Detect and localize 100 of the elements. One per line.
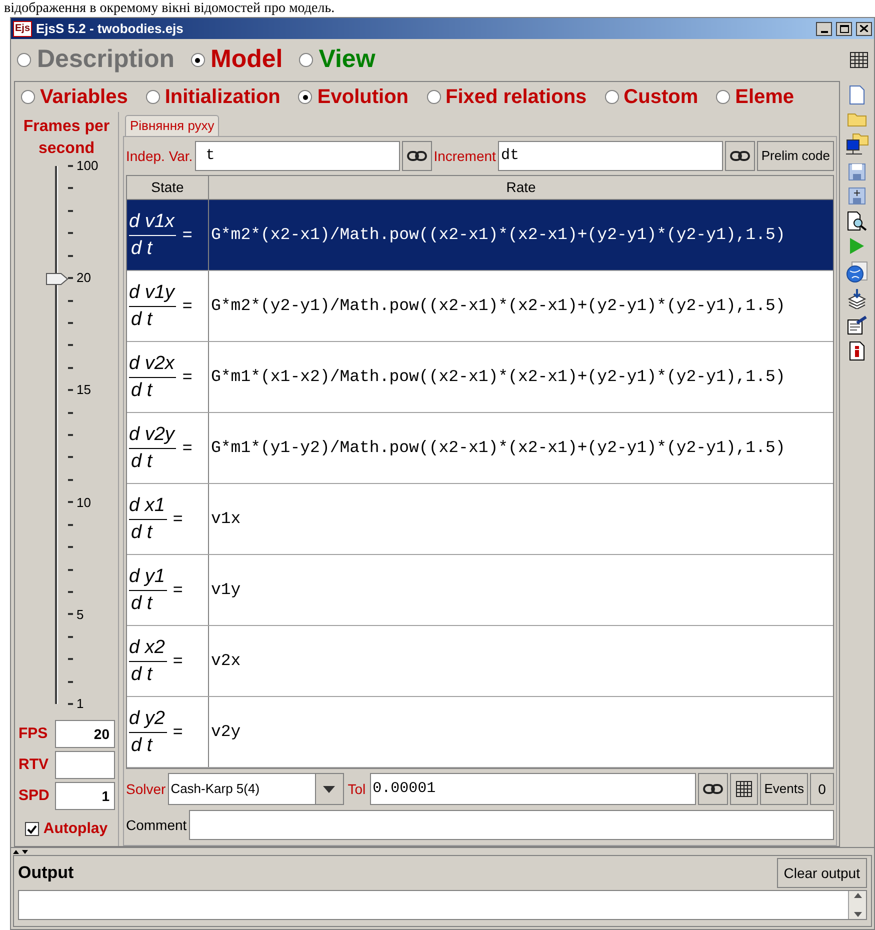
- slider-tick: [68, 277, 72, 280]
- radio-button[interactable]: [17, 53, 31, 67]
- tick-label: 15: [76, 381, 91, 400]
- autoplay-checkbox[interactable]: [25, 822, 40, 836]
- equals-sign: =: [182, 366, 192, 388]
- radio-button[interactable]: [21, 90, 35, 104]
- new-file-icon[interactable]: [849, 85, 865, 105]
- rate-expression: G*m2*(x2-x1)/Math.pow((x2-x1)*(x2-x1)+(y2-y1)*(y2-y1),1.5): [211, 224, 786, 246]
- table-icon[interactable]: [850, 52, 868, 68]
- increment-field[interactable]: dt: [498, 141, 724, 171]
- window-title: EjsS 5.2 - twobodies.ejs: [36, 20, 184, 38]
- increment-label: Increment: [434, 146, 496, 166]
- sub-tab[interactable]: Initialization: [164, 82, 280, 112]
- autoplay-label: Autoplay: [43, 819, 108, 839]
- link-button[interactable]: [698, 773, 728, 805]
- splitter-arrows-icon[interactable]: [13, 848, 29, 854]
- slider-tick: [68, 613, 72, 616]
- table-button[interactable]: [730, 773, 758, 805]
- radio-button[interactable]: [298, 53, 313, 67]
- derivative-denominator: d t: [130, 662, 152, 686]
- solver-dropdown[interactable]: Cash-Karp 5(4): [168, 773, 344, 805]
- derivative-denominator: d t: [130, 236, 152, 260]
- slider-tick: [68, 254, 72, 257]
- link-button[interactable]: [725, 141, 756, 171]
- scroll-down-arrow-icon[interactable]: [854, 912, 862, 917]
- derivative-numerator: d v1x: [129, 208, 176, 236]
- clipboard-icon[interactable]: [847, 315, 867, 335]
- slider-tick: [68, 501, 72, 504]
- rate-expression: G*m1*(x1-x2)/Math.pow((x2-x1)*(x2-x1)+(y2-y1)*(y2-y1),1.5): [211, 366, 786, 388]
- radio-button[interactable]: [426, 90, 441, 104]
- save-as-icon[interactable]: [848, 187, 866, 205]
- prelim-code-button[interactable]: Prelim code: [757, 141, 834, 171]
- derivative-numerator: d v2x: [129, 350, 176, 378]
- maximize-button[interactable]: [836, 22, 852, 36]
- scroll-up-arrow-icon[interactable]: [854, 893, 862, 898]
- radio-button[interactable]: [716, 90, 730, 104]
- sub-tab[interactable]: Variables: [40, 82, 128, 112]
- stack-icon[interactable]: [847, 289, 867, 309]
- sub-tab[interactable]: Fixed relations: [446, 82, 587, 112]
- app-logo: Ejs: [13, 20, 32, 36]
- indep-var-field[interactable]: t: [194, 141, 400, 171]
- slider-thumb[interactable]: [46, 272, 68, 285]
- slider-tick: [68, 434, 72, 436]
- number-field[interactable]: [54, 751, 114, 779]
- output-title: Output: [18, 862, 75, 884]
- field-label: SPD: [18, 786, 50, 806]
- link-icon: [703, 784, 724, 794]
- page-tab[interactable]: Рівняння руху: [125, 115, 220, 136]
- number-field[interactable]: 1: [54, 782, 114, 810]
- tick-label: 20: [76, 269, 91, 288]
- number-field[interactable]: 20: [54, 720, 114, 748]
- slider-tick: [68, 322, 72, 324]
- slider-tick: [68, 389, 72, 392]
- equals-sign: =: [172, 508, 183, 530]
- slider-tick: [68, 300, 72, 302]
- derivative-numerator: d v2y: [129, 422, 176, 448]
- rate-expression: v1x: [211, 508, 241, 530]
- solver-label: Solver: [126, 780, 166, 798]
- sub-tab[interactable]: Eleme: [735, 82, 794, 112]
- derivative-numerator: d x1: [129, 492, 167, 520]
- minimize-button[interactable]: [816, 22, 832, 36]
- close-icon: [860, 25, 868, 32]
- frames-per-second-label: Frames per second: [22, 117, 111, 159]
- slider-track[interactable]: [54, 166, 58, 704]
- tick-label: 100: [76, 157, 98, 176]
- derivative-numerator: d y1: [129, 564, 167, 590]
- info-icon[interactable]: [849, 341, 865, 361]
- clear-output-button[interactable]: Clear output: [776, 858, 867, 888]
- radio-button[interactable]: [604, 90, 619, 104]
- globe-icon[interactable]: [846, 261, 868, 283]
- dropdown-arrow-icon: [323, 786, 336, 792]
- tick-label: 5: [76, 606, 84, 624]
- field-label: RTV: [18, 754, 50, 775]
- main-tab[interactable]: Model: [210, 41, 283, 79]
- monitor-folder-icon[interactable]: [845, 133, 869, 157]
- maximize-icon: [840, 24, 848, 32]
- derivative-denominator: d t: [130, 592, 152, 616]
- column-header[interactable]: Rate: [209, 176, 833, 199]
- sub-tab[interactable]: Evolution: [317, 82, 409, 112]
- document-search-icon[interactable]: [847, 211, 867, 231]
- events-button[interactable]: Events: [760, 773, 808, 805]
- link-icon: [406, 151, 427, 161]
- tol-field[interactable]: 0.00001: [370, 773, 696, 805]
- link-icon: [730, 151, 750, 161]
- link-button[interactable]: [402, 141, 432, 171]
- radio-button[interactable]: [146, 90, 160, 104]
- radio-button[interactable]: [190, 53, 205, 67]
- equals-sign: =: [182, 295, 192, 318]
- slider-tick: [68, 636, 72, 638]
- tick-label: 10: [76, 494, 91, 512]
- save-icon[interactable]: [848, 163, 866, 181]
- column-header[interactable]: State: [127, 176, 209, 199]
- slider-tick: [68, 210, 72, 212]
- slider-tick: [68, 344, 72, 346]
- close-button[interactable]: [856, 22, 872, 36]
- sub-tab[interactable]: Custom: [624, 82, 698, 112]
- radio-button[interactable]: [298, 90, 312, 104]
- scrollbar[interactable]: [848, 891, 866, 919]
- comment-field[interactable]: [188, 810, 834, 840]
- equals-sign: =: [182, 224, 192, 246]
